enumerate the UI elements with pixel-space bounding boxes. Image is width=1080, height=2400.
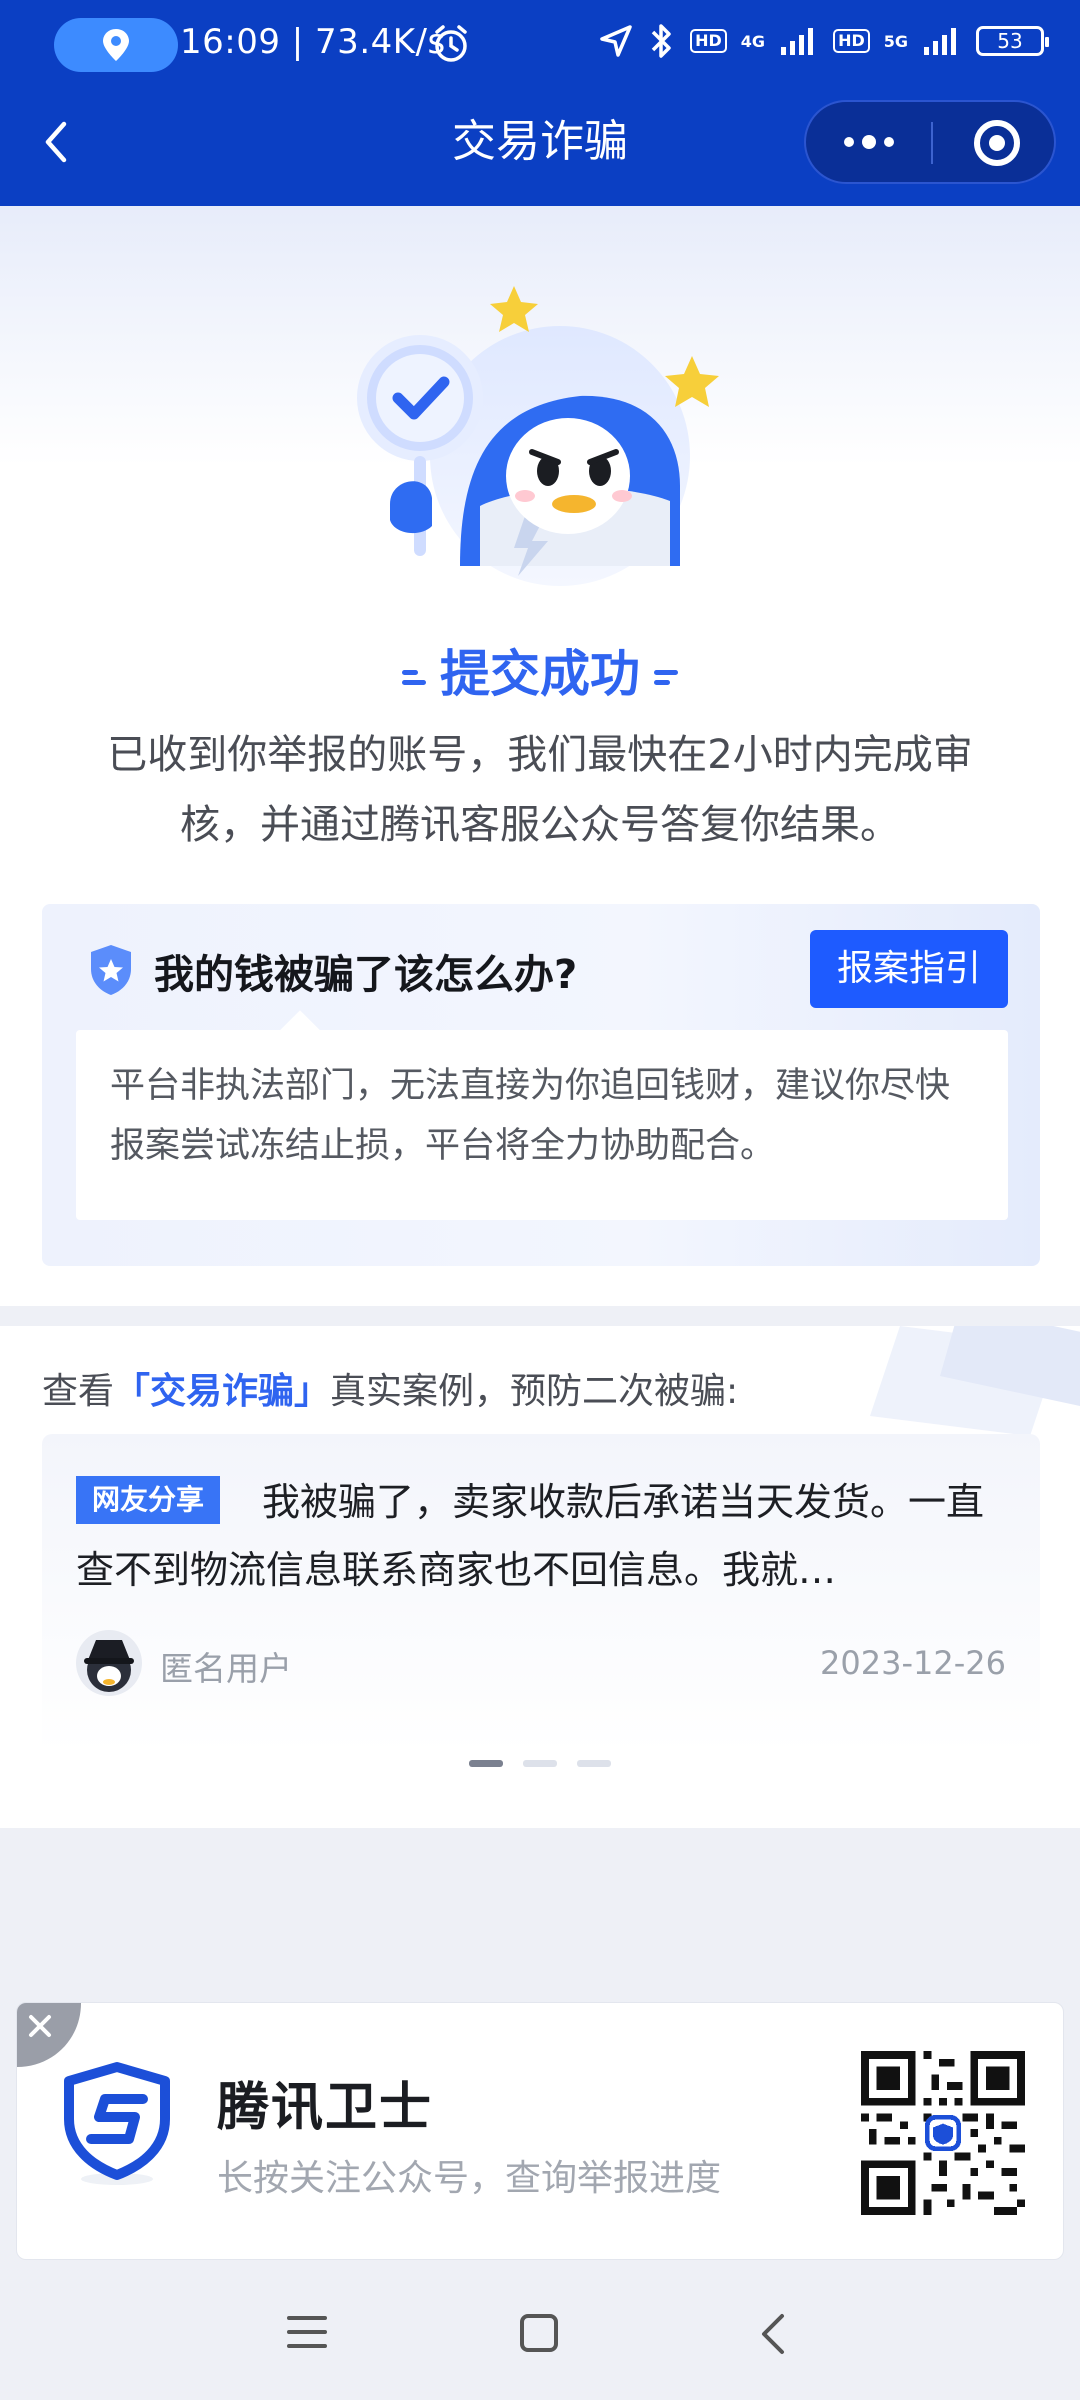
decorative-shapes bbox=[870, 1326, 1080, 1436]
back-icon[interactable] bbox=[754, 2312, 794, 2356]
signal-strength-icon-2 bbox=[924, 28, 956, 55]
title-decoration-right bbox=[654, 665, 678, 690]
success-description: 已收到你举报的账号，我们最快在2小时内完成审核，并通过腾讯客服公众号答复你结果。 bbox=[107, 732, 973, 848]
follow-account-banner[interactable]: 腾讯卫士 长按关注公众号，查询举报进度 bbox=[16, 2002, 1064, 2260]
cases-heading-suffix: 真实案例，预防二次被骗: bbox=[330, 1371, 739, 1412]
success-title-text: 提交成功 bbox=[440, 645, 640, 703]
home-icon[interactable] bbox=[518, 2312, 560, 2354]
cases-heading: 查看「交易诈骗」真实案例，预防二次被骗: bbox=[42, 1362, 738, 1414]
case-user: 匿名用户 bbox=[160, 1649, 292, 1688]
help-question: 我的钱被骗了该怎么办? bbox=[154, 952, 578, 998]
more-dots-icon[interactable] bbox=[806, 102, 932, 182]
help-note: 平台非执法部门，无法直接为你追回钱财，建议你尽快报案尝试冻结止损，平台将全力协助… bbox=[76, 1030, 1008, 1220]
location-indicator bbox=[54, 18, 178, 72]
hd-badge: HD bbox=[690, 29, 727, 53]
close-icon[interactable] bbox=[17, 2003, 81, 2067]
navigation-arrow-icon bbox=[600, 25, 632, 57]
tencent-guard-logo-icon bbox=[64, 2062, 170, 2185]
carousel-indicator bbox=[0, 1760, 1080, 1767]
mini-program-capsule bbox=[804, 100, 1056, 184]
alarm-icon bbox=[435, 25, 467, 62]
signal-strength-icon bbox=[781, 28, 814, 55]
title-decoration-left bbox=[402, 665, 426, 690]
bluetooth-icon bbox=[651, 24, 671, 58]
battery-indicator: 53 bbox=[976, 26, 1049, 56]
banner-subtitle: 长按关注公众号，查询举报进度 bbox=[217, 2158, 722, 2199]
main-card: 提交成功 已收到你举报的账号，我们最快在2小时内完成审核，并通过腾讯客服公众号答… bbox=[0, 206, 1080, 1306]
carousel-dot[interactable] bbox=[577, 1760, 611, 1767]
target-circle-icon[interactable] bbox=[974, 120, 1020, 166]
status-indicators: HD 4G HD 5G 53 bbox=[598, 22, 1049, 60]
carousel-dot[interactable] bbox=[469, 1760, 503, 1767]
case-tag: 网友分享 bbox=[76, 1476, 221, 1524]
avatar bbox=[76, 1630, 142, 1696]
penguin-mascot-illustration bbox=[357, 286, 719, 586]
menu-icon[interactable] bbox=[286, 2312, 328, 2352]
money-help-card: 我的钱被骗了该怎么办? 报案指引 平台非执法部门，无法直接为你追回钱财，建议你尽… bbox=[42, 904, 1040, 1266]
cases-heading-highlight[interactable]: 「交易诈骗」 bbox=[114, 1371, 330, 1412]
capsule-divider bbox=[931, 122, 933, 164]
system-navigation-bar bbox=[0, 2276, 1080, 2400]
cases-section: 查看「交易诈骗」真实案例，预防二次被骗: 我被骗了，卖家收款后承诺当天发货。一直… bbox=[0, 1326, 1080, 1828]
network-type-label: 4G bbox=[740, 31, 766, 51]
status-time-speed: 16:09 | 73.4K/s bbox=[180, 22, 446, 62]
cases-heading-prefix: 查看 bbox=[42, 1371, 115, 1412]
anonymous-user-icon bbox=[84, 1640, 134, 1692]
hd-badge-2: HD bbox=[833, 29, 870, 53]
shield-star-icon bbox=[91, 945, 131, 995]
carousel-dot[interactable] bbox=[523, 1760, 557, 1767]
report-guide-button[interactable]: 报案指引 bbox=[810, 930, 1008, 1008]
qr-code[interactable] bbox=[861, 2051, 1025, 2215]
location-pin-icon bbox=[103, 29, 129, 61]
brand-name: 腾讯卫士 bbox=[217, 2078, 434, 2138]
case-date: 2023-12-26 bbox=[820, 1644, 1006, 1682]
status-bar: 16:09 | 73.4K/s HD 4G HD 5G 53 bbox=[0, 0, 1080, 92]
network-type-label-2: 5G bbox=[883, 31, 908, 51]
success-title: 提交成功 bbox=[0, 634, 1080, 706]
top-bar: 16:09 | 73.4K/s HD 4G HD 5G 53 交易诈骗 bbox=[0, 0, 1080, 206]
case-card[interactable]: 我被骗了，卖家收款后承诺当天发货。一直查不到物流信息联系商家也不回信息。我就… … bbox=[42, 1434, 1040, 1754]
